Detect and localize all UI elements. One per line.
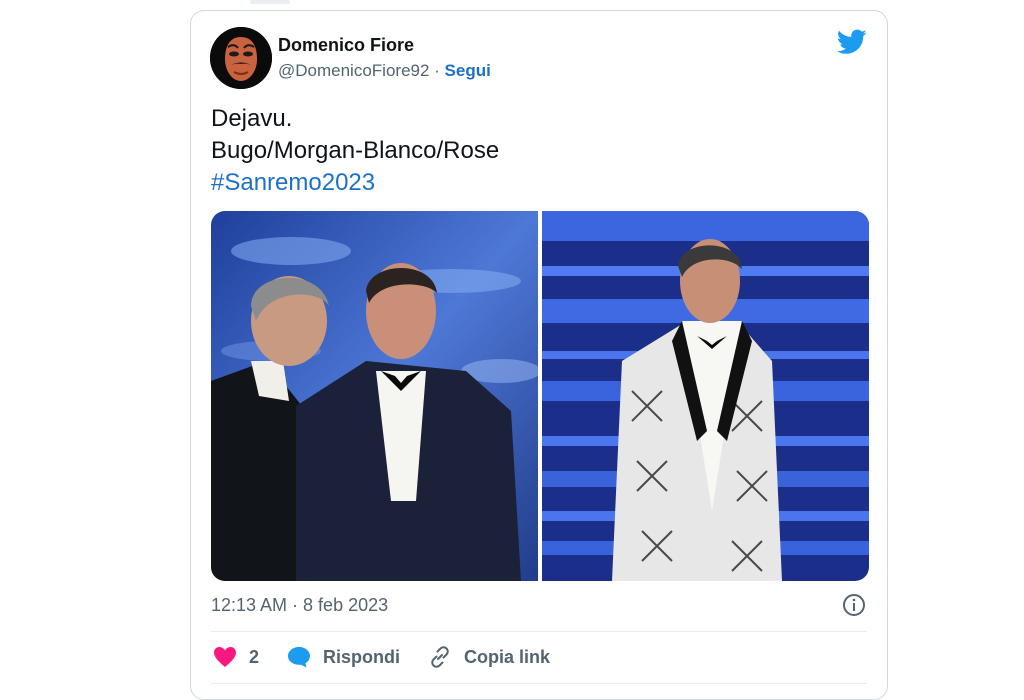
- follow-button[interactable]: Segui: [445, 61, 491, 80]
- bottom-divider: [211, 683, 867, 684]
- tweet-text-line: Bugo/Morgan-Blanco/Rose: [211, 137, 500, 164]
- tweet-photo-left[interactable]: [211, 211, 538, 581]
- tweet-timestamp[interactable]: 12:13 AM · 8 feb 2023: [211, 595, 388, 616]
- handle-separator: ·: [429, 61, 445, 80]
- reply-button[interactable]: Rispondi: [287, 646, 400, 668]
- card-top-edge: [250, 0, 290, 4]
- twitter-bird-icon[interactable]: [837, 29, 867, 55]
- tweet-photo-right[interactable]: [542, 211, 869, 581]
- tweet-actions: 2 Rispondi Copia link: [213, 645, 578, 669]
- tweet-media-grid: [211, 211, 869, 581]
- author-handle[interactable]: @DomenicoFiore92: [278, 61, 429, 80]
- author-name[interactable]: Domenico Fiore: [278, 35, 414, 56]
- photo-stage-two-men-icon: [211, 211, 538, 581]
- copy-link-label: Copia link: [464, 646, 551, 667]
- embedded-tweet-card[interactable]: Domenico Fiore @DomenicoFiore92 · Segui …: [190, 10, 888, 700]
- like-count: 2: [249, 646, 260, 667]
- reply-label: Rispondi: [323, 646, 401, 667]
- mask-avatar-icon: [210, 27, 272, 89]
- copy-link-button[interactable]: Copia link: [428, 645, 550, 669]
- tweet-text: Dejavu. Bugo/Morgan-Blanco/Rose #Sanremo…: [211, 103, 499, 199]
- info-icon[interactable]: [842, 593, 866, 617]
- photo-stage-patterned-jacket-icon: [542, 211, 869, 581]
- divider: [211, 631, 867, 632]
- author-avatar[interactable]: [210, 27, 272, 89]
- like-button[interactable]: 2: [213, 646, 259, 668]
- reply-bubble-icon: [288, 647, 311, 668]
- hashtag-link[interactable]: #Sanremo2023: [211, 167, 499, 199]
- tweet-text-line: Dejavu.: [211, 105, 293, 132]
- heart-icon: [214, 647, 236, 667]
- author-handle-row: @DomenicoFiore92 · Segui: [278, 61, 491, 81]
- link-icon: [431, 646, 449, 668]
